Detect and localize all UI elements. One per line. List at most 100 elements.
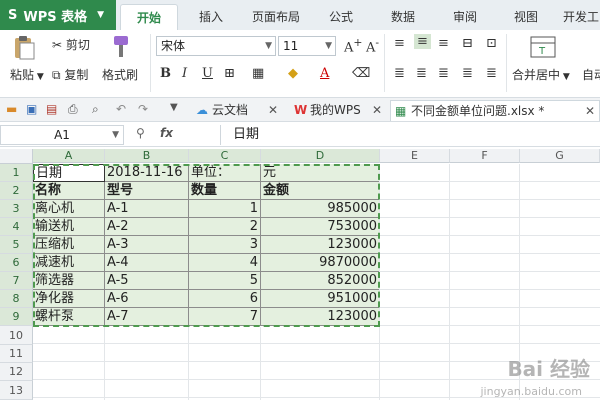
cell-qty[interactable]: 2 xyxy=(189,218,261,236)
cell-d2[interactable]: 金额 xyxy=(261,182,380,200)
cell-b2[interactable]: 型号 xyxy=(105,182,189,200)
cell-name[interactable]: 减速机 xyxy=(33,254,105,272)
row-header-13[interactable]: 13 xyxy=(0,381,33,400)
paste-button[interactable]: 粘贴 ▼ xyxy=(10,66,44,83)
zoom-icon[interactable]: ⚲ xyxy=(136,126,145,140)
print-preview-icon[interactable]: ⌕ xyxy=(92,102,99,117)
cell-model[interactable]: A-6 xyxy=(105,290,189,308)
cell-amount[interactable]: 753000 xyxy=(261,218,380,236)
column-header-a[interactable]: A xyxy=(33,149,105,163)
cell-amount[interactable]: 123000 xyxy=(261,308,380,326)
row-header-4[interactable]: 4 xyxy=(0,218,33,236)
tab-review[interactable]: 审阅 xyxy=(442,4,488,30)
cut-button[interactable]: ✂ 剪切 xyxy=(52,36,90,53)
row-header-2[interactable]: 2 xyxy=(0,182,33,200)
close-icon[interactable]: ✕ xyxy=(372,100,382,121)
cell-model[interactable]: A-3 xyxy=(105,236,189,254)
font-size-select[interactable]: 11 ▼ xyxy=(278,36,336,56)
redo-icon[interactable]: ↷ xyxy=(138,102,148,116)
cell-d1[interactable]: 元 xyxy=(261,164,380,182)
align-center-icon[interactable]: ≣ xyxy=(416,66,427,81)
cell-amount[interactable]: 123000 xyxy=(261,236,380,254)
tab-home[interactable]: 开始 xyxy=(120,4,178,30)
row-header-9[interactable]: 9 xyxy=(0,308,33,326)
row-header-6[interactable]: 6 xyxy=(0,254,33,272)
select-all-corner[interactable] xyxy=(0,149,33,164)
cell-name[interactable]: 压缩机 xyxy=(33,236,105,254)
cell-a1[interactable]: 日期 xyxy=(33,164,105,182)
cell-model[interactable]: A-5 xyxy=(105,272,189,290)
worksheet-grid[interactable]: A B C D E F G 1 2 3 4 5 6 7 8 9 10 11 12… xyxy=(0,149,600,400)
cell-amount[interactable]: 852000 xyxy=(261,272,380,290)
tab-view[interactable]: 视图 xyxy=(503,4,549,30)
column-header-d[interactable]: D xyxy=(261,149,380,163)
bold-button[interactable]: B xyxy=(160,66,171,81)
clear-format-icon[interactable]: ⌫ xyxy=(352,66,370,81)
orientation-icon[interactable]: ⊟ xyxy=(462,36,473,51)
cell-name[interactable]: 输送机 xyxy=(33,218,105,236)
merge-center-button[interactable]: 合并居中 ▼ xyxy=(512,66,570,83)
print-icon[interactable]: ⎙ xyxy=(68,102,78,117)
distributed-icon[interactable]: ≣ xyxy=(486,66,497,81)
cell-name[interactable]: 离心机 xyxy=(33,200,105,218)
tab-cloud-docs[interactable]: ☁ 云文档 ✕ xyxy=(192,100,282,121)
tab-formula[interactable]: 公式 xyxy=(318,4,364,30)
export-pdf-icon[interactable]: ▤ xyxy=(46,102,57,116)
column-header-c[interactable]: C xyxy=(189,149,261,163)
merge-icon[interactable]: T xyxy=(530,36,556,61)
row-header-11[interactable]: 11 xyxy=(0,345,33,363)
tab-insert[interactable]: 插入 xyxy=(188,4,234,30)
name-box[interactable]: A1 ▼ xyxy=(0,125,124,145)
customize-toolbar-icon[interactable]: ▼ xyxy=(170,102,178,113)
paste-icon[interactable] xyxy=(10,34,38,65)
undo-icon[interactable]: ↶ xyxy=(116,102,126,116)
align-middle-icon[interactable]: ≡ xyxy=(414,34,431,49)
cell-c1[interactable]: 单位： xyxy=(189,164,261,182)
format-painter-button[interactable]: 格式刷 xyxy=(102,66,138,83)
cell-qty[interactable]: 4 xyxy=(189,254,261,272)
auto-wrap-button[interactable]: 自动 xyxy=(582,66,600,83)
tab-my-wps[interactable]: W 我的WPS ✕ xyxy=(290,100,386,121)
cell-amount[interactable]: 951000 xyxy=(261,290,380,308)
increase-font-icon[interactable]: A+ xyxy=(344,36,362,55)
cell-c2[interactable]: 数量 xyxy=(189,182,261,200)
cell-amount[interactable]: 985000 xyxy=(261,200,380,218)
tab-page-layout[interactable]: 页面布局 xyxy=(244,4,308,30)
row-header-7[interactable]: 7 xyxy=(0,272,33,290)
cell-qty[interactable]: 3 xyxy=(189,236,261,254)
italic-button[interactable]: I xyxy=(182,66,187,81)
underline-button[interactable]: U xyxy=(202,66,213,81)
cell-qty[interactable]: 1 xyxy=(189,200,261,218)
tab-current-workbook[interactable]: ▦ 不同金额单位问题.xlsx * ✕ xyxy=(390,100,600,121)
cell-a2[interactable]: 名称 xyxy=(33,182,105,200)
decrease-font-icon[interactable]: A- xyxy=(366,36,379,55)
copy-button[interactable]: ⧉ 复制 xyxy=(52,66,88,83)
cell-model[interactable]: A-1 xyxy=(105,200,189,218)
row-header-5[interactable]: 5 xyxy=(0,236,33,254)
formula-input[interactable]: 日期 xyxy=(220,125,600,145)
column-header-f[interactable]: F xyxy=(450,149,520,163)
folder-icon[interactable]: ▬ xyxy=(6,102,17,116)
row-header-8[interactable]: 8 xyxy=(0,290,33,308)
align-top-icon[interactable]: ≡ xyxy=(394,36,405,51)
indent-icon[interactable]: ⊡ xyxy=(486,36,497,51)
align-bottom-icon[interactable]: ≡ xyxy=(438,36,449,51)
save-icon[interactable]: ▣ xyxy=(26,102,37,116)
column-header-e[interactable]: E xyxy=(380,149,450,163)
row-header-10[interactable]: 10 xyxy=(0,326,33,345)
tab-data[interactable]: 数据 xyxy=(380,4,426,30)
row-header-3[interactable]: 3 xyxy=(0,200,33,218)
cell-model[interactable]: A-7 xyxy=(105,308,189,326)
cell-model[interactable]: A-2 xyxy=(105,218,189,236)
column-header-b[interactable]: B xyxy=(105,149,189,163)
row-header-12[interactable]: 12 xyxy=(0,363,33,381)
brush-icon[interactable] xyxy=(108,34,132,63)
close-icon[interactable]: ✕ xyxy=(585,101,595,122)
align-left-icon[interactable]: ≣ xyxy=(394,66,405,81)
cell-name[interactable]: 筛选器 xyxy=(33,272,105,290)
justify-icon[interactable]: ≣ xyxy=(462,66,473,81)
cell-name[interactable]: 螺杆泵 xyxy=(33,308,105,326)
cell-b1[interactable]: 2018-11-16 xyxy=(105,164,189,182)
insert-function-button[interactable]: fx xyxy=(160,126,173,140)
font-name-select[interactable]: 宋体 ▼ xyxy=(156,36,276,56)
